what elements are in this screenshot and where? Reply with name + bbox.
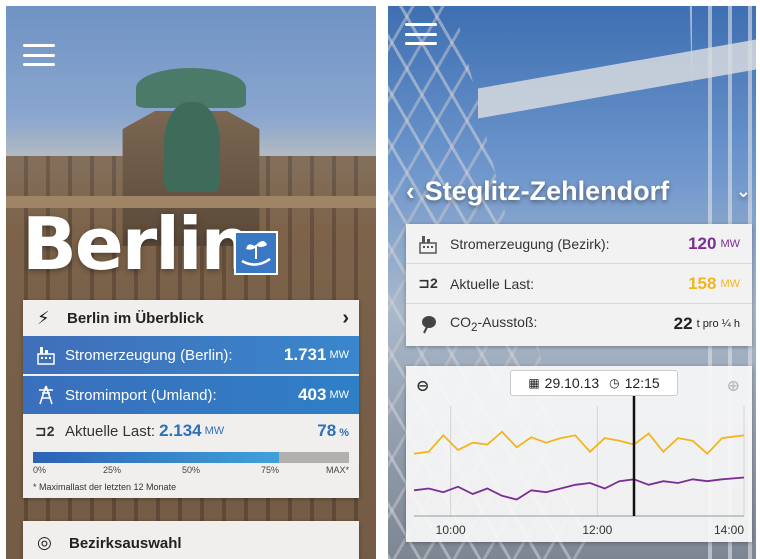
x-tick-label: 10:00 — [436, 523, 466, 537]
district-generation-unit: MW — [720, 237, 740, 250]
co2-label-prefix: CO — [450, 314, 471, 331]
district-load-row: ⊐2 Aktuelle Last: 158 MW — [406, 264, 752, 304]
district-co2-row: CO2-Ausstoß: 22 t pro ¼ h — [406, 304, 752, 344]
generation-row: Stromerzeugung (Berlin): 1.731 MW — [23, 336, 359, 374]
district-load-label: Aktuelle Last: — [450, 275, 535, 292]
import-label: Stromimport (Umland): — [65, 386, 217, 404]
import-unit: MW — [329, 389, 349, 401]
zoom-out-icon[interactable]: ⊖ — [416, 376, 429, 396]
bolt-icon: ⚡ — [37, 307, 50, 328]
load-row: ⊐2 Aktuelle Last: 2.134 MW 78% — [23, 414, 359, 448]
import-value: 403 — [298, 385, 327, 404]
chart-time: 12:15 — [624, 375, 660, 391]
series-line-load — [413, 430, 745, 455]
target-icon: ◎ — [37, 533, 52, 552]
district-detail-screen: ‹ Steglitz-Zehlendorf ⌄ Stromerzeugung (… — [388, 6, 756, 559]
load-percent-value: 78 — [317, 421, 337, 440]
district-generation-label: Stromerzeugung (Bezirk): — [450, 235, 610, 252]
load-progress-fill — [33, 452, 280, 463]
district-co2-value: 22 — [673, 314, 693, 333]
load-label: Aktuelle Last: — [65, 422, 156, 440]
background-statue — [164, 102, 220, 192]
load-progress-bar — [33, 452, 349, 463]
district-stats-card: Stromerzeugung (Bezirk): 120 MW ⊐2 Aktue… — [406, 224, 752, 346]
district-load-value: 158 — [688, 273, 717, 293]
berlin-overview-screen: Berlin ⚡ Berlin im Überblick › Stromerze… — [6, 6, 376, 559]
chart-date: 29.10.13 — [544, 375, 600, 391]
load-percent: 78% — [317, 421, 349, 441]
district-generation-value: 120 — [688, 233, 717, 253]
overview-card: ⚡ Berlin im Überblick › Stromerzeugung (… — [23, 300, 359, 498]
clock-icon: ◷ — [609, 376, 620, 390]
scale-tick: 50% — [181, 465, 201, 475]
load-scale-ticks: 0% 25% 50% 75% MAX* — [33, 465, 349, 479]
district-select-button[interactable]: ◎ Bezirksauswahl — [23, 521, 359, 559]
city-title: Berlin — [22, 202, 252, 286]
plug-icon: ⊐2 — [418, 275, 438, 291]
scale-tick: 75% — [260, 465, 280, 475]
chevron-down-icon[interactable]: ⌄ — [736, 181, 751, 202]
plug-icon: ⊐2 — [35, 422, 55, 439]
scale-tick: 0% — [33, 465, 47, 475]
scale-tick: MAX* — [325, 465, 349, 475]
hamburger-menu-icon[interactable] — [405, 23, 437, 45]
district-select-label: Bezirksauswahl — [69, 534, 182, 552]
x-tick-label: 14:00 — [714, 523, 744, 537]
generation-unit: MW — [329, 349, 349, 361]
district-load-unit: MW — [720, 277, 740, 290]
chevron-left-icon[interactable]: ‹ — [406, 176, 415, 207]
city-logo-icon — [234, 231, 278, 275]
import-row: Stromimport (Umland): 403 MW — [23, 376, 359, 414]
overview-title: Berlin im Überblick — [67, 309, 204, 327]
max-load-footnote: * Maximallast der letzten 12 Monate — [33, 482, 177, 492]
load-unit: MW — [204, 425, 225, 437]
hamburger-menu-icon[interactable] — [23, 44, 55, 66]
load-percent-unit: % — [339, 427, 349, 439]
generation-value: 1.731 — [283, 345, 327, 364]
co2-cloud-icon — [422, 316, 436, 334]
chevron-right-icon[interactable]: › — [342, 307, 349, 330]
series-line-generation — [413, 476, 745, 501]
calendar-icon: ▦ — [528, 376, 540, 390]
power-pylon-icon — [39, 385, 53, 405]
district-header: ‹ Steglitz-Zehlendorf ⌄ — [406, 176, 751, 207]
load-value: 2.134 — [159, 421, 202, 440]
district-co2-unit: t pro ¼ h — [696, 318, 740, 330]
district-name: Steglitz-Zehlendorf — [424, 176, 670, 206]
co2-label-suffix: -Ausstoß: — [477, 314, 538, 331]
overview-header[interactable]: ⚡ Berlin im Überblick › — [23, 300, 359, 336]
zoom-in-icon[interactable]: ⊕ — [727, 376, 740, 396]
power-plant-icon — [37, 347, 55, 365]
power-plant-icon — [419, 235, 437, 254]
district-co2-label: CO2-Ausstoß: — [450, 314, 674, 334]
generation-label: Stromerzeugung (Berlin): — [65, 346, 233, 364]
load-chart-card: 10:00 12:00 14:00 ⊖ ⊕ ▦ 29.10.13 ◷ 12:15 — [406, 366, 752, 542]
scale-tick: 25% — [102, 465, 122, 475]
district-generation-row: Stromerzeugung (Bezirk): 120 MW — [406, 224, 752, 264]
x-tick-label: 12:00 — [582, 523, 612, 537]
date-time-selector[interactable]: ▦ 29.10.13 ◷ 12:15 — [510, 370, 678, 396]
